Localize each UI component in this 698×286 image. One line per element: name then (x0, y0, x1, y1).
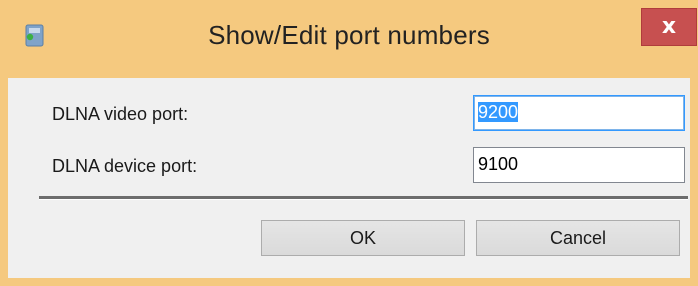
device-port-value: 9100 (478, 154, 519, 174)
dialog-title: Show/Edit port numbers (208, 20, 490, 50)
close-icon: x (661, 14, 677, 39)
close-button[interactable]: x (641, 8, 697, 46)
dialog-body: DLNA video port: 9200 DLNA device port: … (8, 78, 690, 278)
video-port-value: 9200 (478, 102, 519, 122)
ok-button[interactable]: OK (261, 220, 465, 256)
video-port-label: DLNA video port: (52, 104, 189, 124)
device-port-label: DLNA device port: (52, 156, 198, 176)
separator (39, 196, 688, 200)
title-bar[interactable]: Show/Edit port numbers x (0, 0, 698, 78)
dialog-window: Show/Edit port numbers x DLNA video port… (0, 0, 698, 286)
device-port-input[interactable]: 9100 (473, 147, 685, 183)
video-port-input[interactable]: 9200 (473, 95, 685, 131)
cancel-button[interactable]: Cancel (476, 220, 680, 256)
